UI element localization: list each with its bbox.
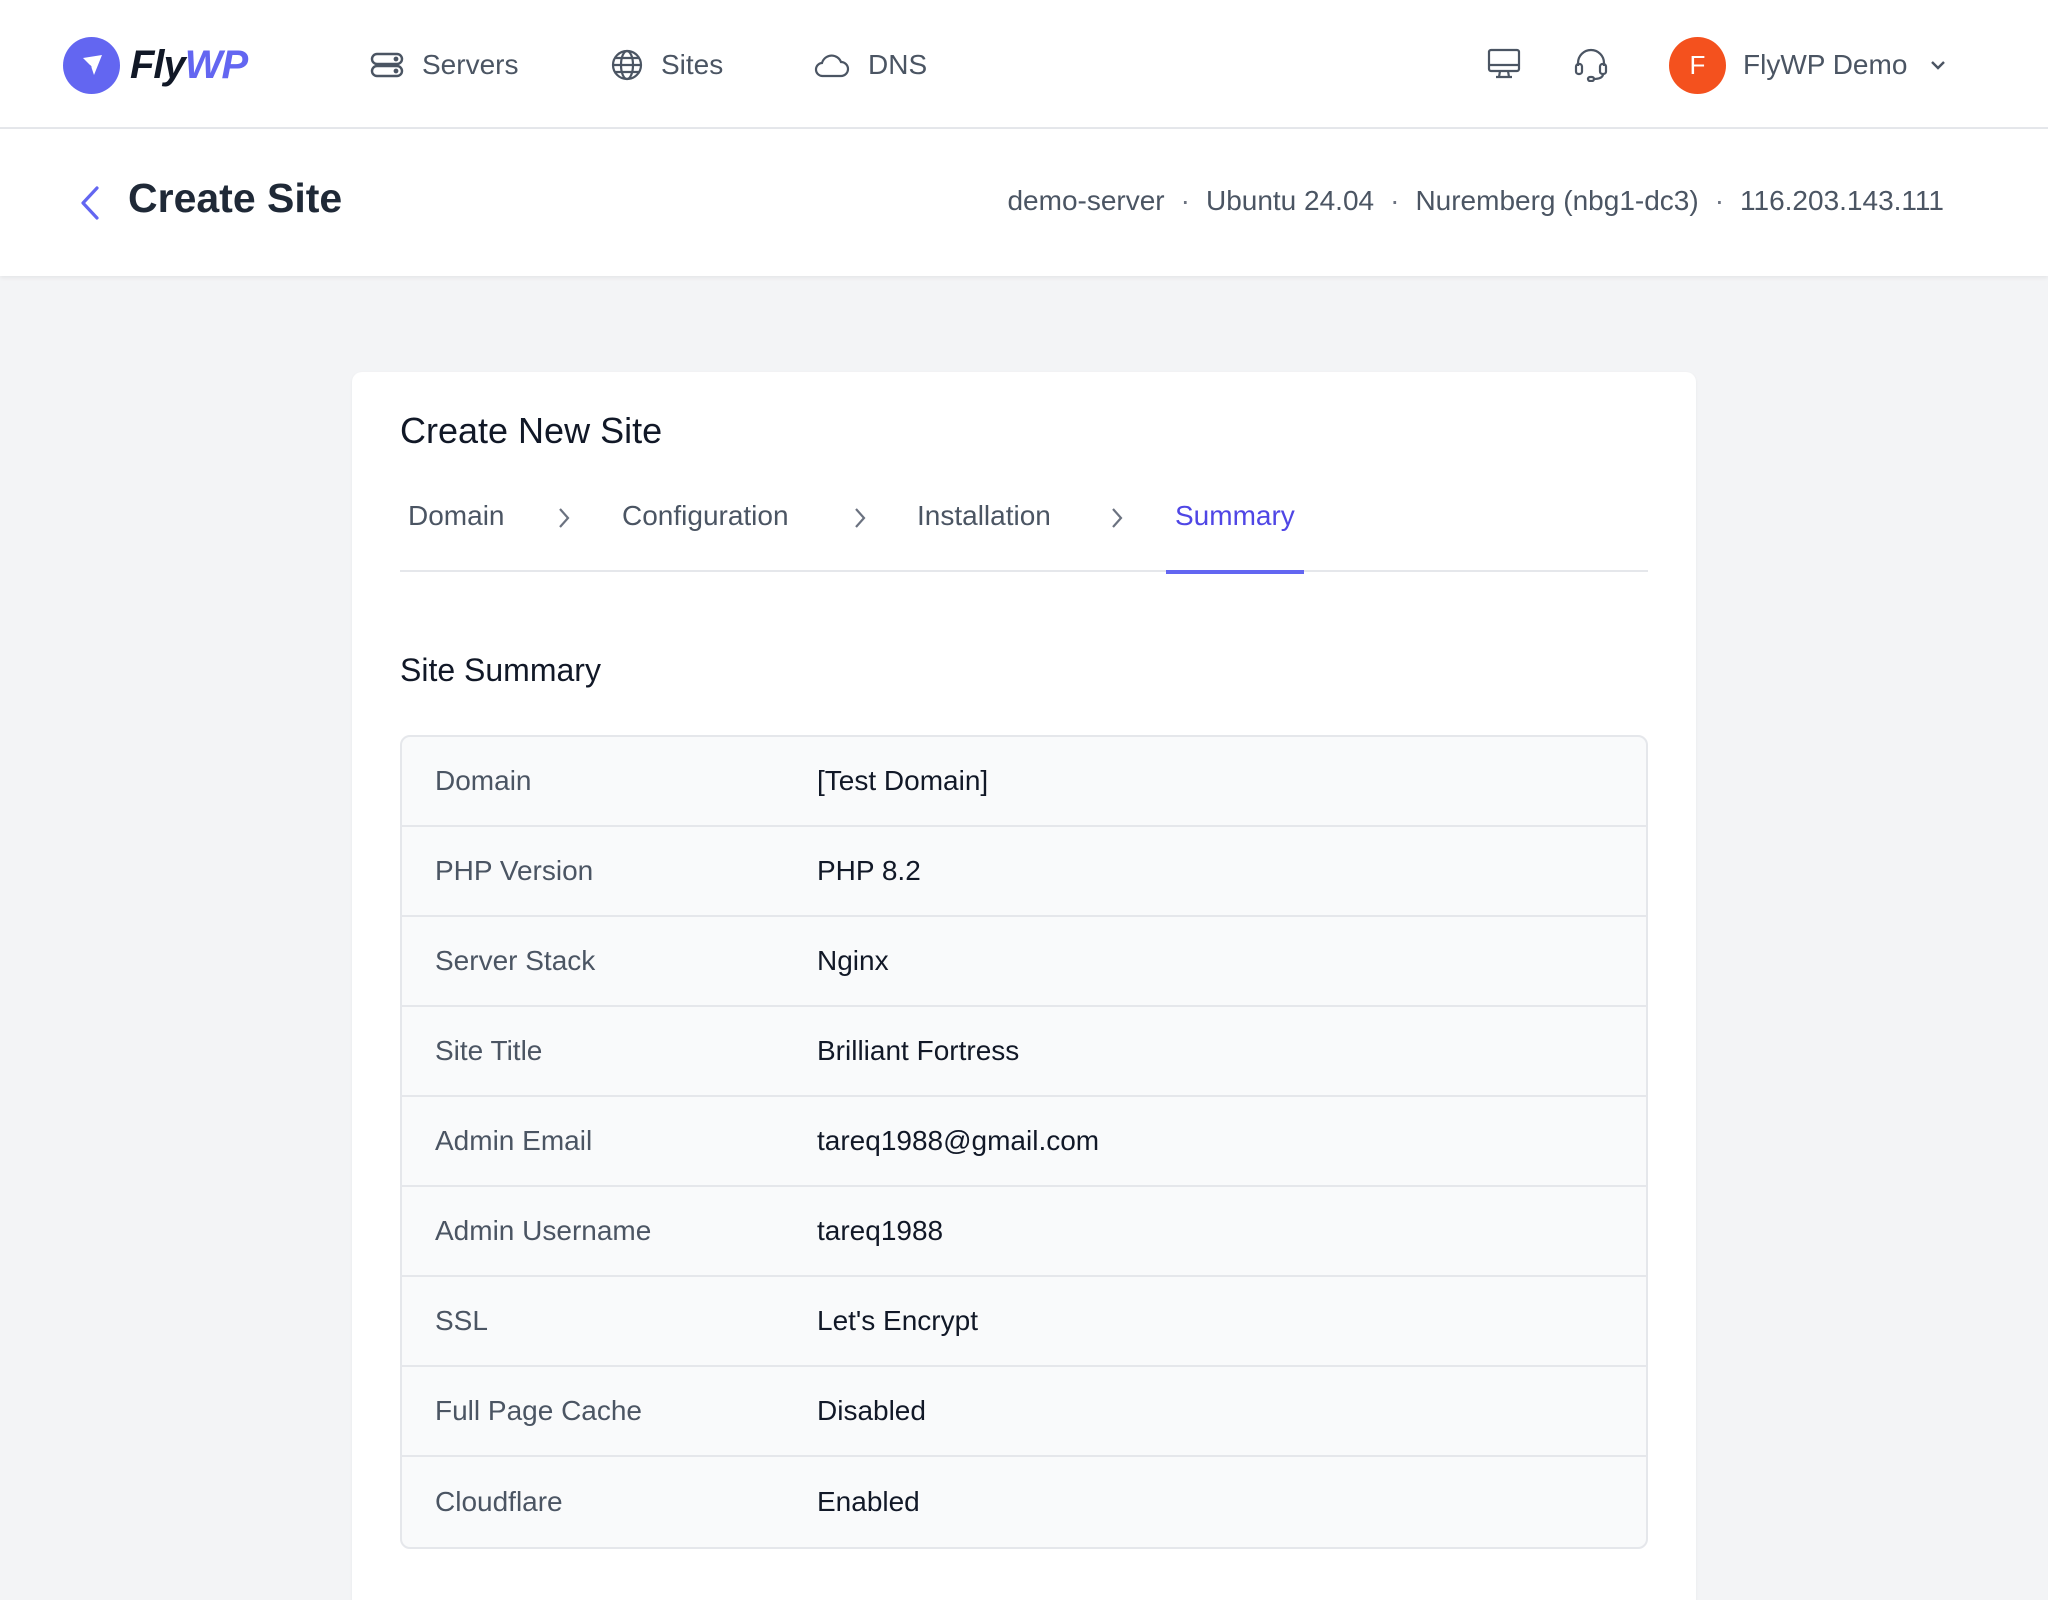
chevron-right-icon xyxy=(1112,508,1123,528)
page-title: Create Site xyxy=(128,175,343,221)
row-label: SSL xyxy=(435,1305,488,1336)
table-row: Full Page Cache Disabled xyxy=(402,1367,1646,1457)
table-row: Site Title Brilliant Fortress xyxy=(402,1007,1646,1097)
top-navbar: FlyWP Servers Sites DNS F FlyWP Demo xyxy=(0,0,2048,129)
row-value: [Test Domain] xyxy=(817,765,989,796)
nav-servers[interactable]: Servers xyxy=(370,44,518,86)
tab-configuration[interactable]: Configuration xyxy=(622,490,789,572)
server-location: Nuremberg (nbg1-dc3) xyxy=(1415,185,1699,216)
tab-domain[interactable]: Domain xyxy=(408,490,504,572)
server-icon xyxy=(370,52,404,78)
row-label: Domain xyxy=(435,765,532,796)
nav-dns[interactable]: DNS xyxy=(814,44,927,86)
separator: · xyxy=(1180,185,1190,216)
row-label: Full Page Cache xyxy=(435,1395,643,1426)
page-header: Create Site demo-server · Ubuntu 24.04 ·… xyxy=(0,129,2048,276)
tab-installation[interactable]: Installation xyxy=(917,490,1051,572)
row-value: Disabled xyxy=(817,1395,926,1426)
step-tabs: Domain Configuration Installation Summar… xyxy=(400,490,1648,574)
chevron-right-icon xyxy=(855,508,866,528)
create-site-card: Create New Site Domain Configuration Ins… xyxy=(352,372,1696,1600)
nav-sites[interactable]: Sites xyxy=(611,44,723,86)
table-row: PHP Version PHP 8.2 xyxy=(402,827,1646,917)
tab-summary[interactable]: Summary xyxy=(1166,490,1304,574)
logo-icon xyxy=(63,36,120,94)
row-value: Let's Encrypt xyxy=(817,1305,978,1336)
back-arrow-icon xyxy=(81,186,99,220)
table-row: Admin Username tareq1988 xyxy=(402,1187,1646,1277)
row-value: tareq1988 xyxy=(817,1215,944,1246)
row-value: tareq1988@gmail.com xyxy=(817,1125,1100,1156)
table-row: SSL Let's Encrypt xyxy=(402,1277,1646,1367)
monitor-button[interactable] xyxy=(1484,44,1524,84)
server-os: Ubuntu 24.04 xyxy=(1205,185,1375,216)
summary-table: Domain [Test Domain] PHP Version PHP 8.2… xyxy=(400,735,1648,1549)
globe-icon xyxy=(611,49,643,81)
row-value: Brilliant Fortress xyxy=(817,1035,1020,1066)
headset-icon xyxy=(1574,48,1608,82)
back-button[interactable] xyxy=(72,181,108,225)
monitor-icon xyxy=(1487,48,1521,79)
nav-dns-label: DNS xyxy=(868,49,928,80)
row-label: Admin Email xyxy=(435,1125,593,1156)
row-label: PHP Version xyxy=(435,855,594,886)
row-label: Server Stack xyxy=(435,945,596,976)
nav-sites-label: Sites xyxy=(661,49,724,80)
support-button[interactable] xyxy=(1571,44,1611,84)
user-name: FlyWP Demo xyxy=(1743,49,1908,80)
chevron-down-icon xyxy=(1931,61,1946,70)
row-value: PHP 8.2 xyxy=(817,855,921,886)
brand-logo[interactable]: FlyWP xyxy=(63,36,248,94)
row-value: Enabled xyxy=(817,1486,920,1517)
chevron-right-icon xyxy=(559,508,570,528)
nav-servers-label: Servers xyxy=(422,49,519,80)
server-ip: 116.203.143.111 xyxy=(1740,185,1944,216)
row-label: Cloudflare xyxy=(435,1486,563,1517)
user-menu[interactable]: F FlyWP Demo xyxy=(1669,36,1947,94)
table-row: Domain [Test Domain] xyxy=(402,737,1646,827)
server-meta: demo-server · Ubuntu 24.04 · Nuremberg (… xyxy=(1007,185,1944,217)
row-label: Site Title xyxy=(435,1035,543,1066)
brand-name: FlyWP xyxy=(130,42,248,88)
row-label: Admin Username xyxy=(435,1215,652,1246)
section-title: Site Summary xyxy=(400,652,601,688)
table-row: Admin Email tareq1988@gmail.com xyxy=(402,1097,1646,1187)
table-row: Server Stack Nginx xyxy=(402,917,1646,1007)
avatar: F xyxy=(1669,36,1726,94)
cloud-icon xyxy=(814,54,850,78)
brand-name-part1: Fly xyxy=(130,42,186,87)
card-title: Create New Site xyxy=(400,410,663,451)
brand-name-part2: WP xyxy=(184,42,248,87)
server-name: demo-server xyxy=(1007,185,1165,216)
table-row: Cloudflare Enabled xyxy=(402,1457,1646,1547)
separator: · xyxy=(1390,185,1400,216)
separator: · xyxy=(1714,185,1725,216)
row-value: Nginx xyxy=(817,945,889,976)
